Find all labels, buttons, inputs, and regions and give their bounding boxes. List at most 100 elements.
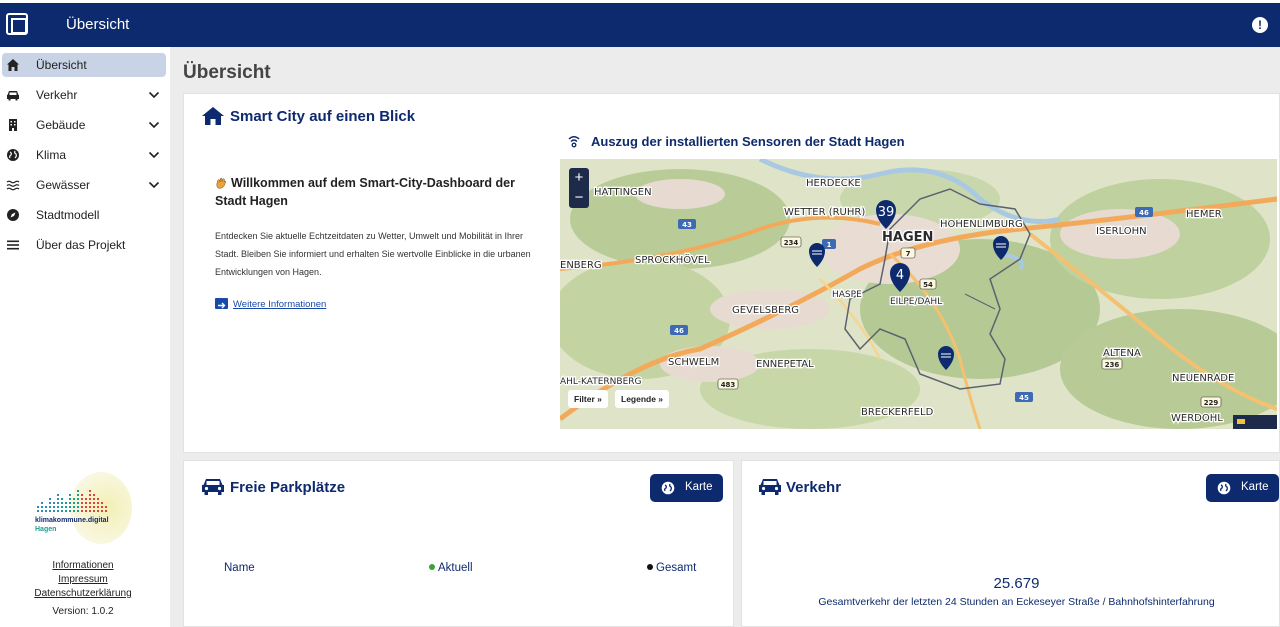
overview-title: Smart City auf einen Blick xyxy=(230,108,416,125)
arrow-right-icon xyxy=(215,298,228,309)
parking-card: Freie Parkplätze Karte Name Aktuell Gesa… xyxy=(183,460,734,627)
car-icon xyxy=(202,479,224,495)
column-current: Aktuell xyxy=(429,562,473,574)
svg-text:4: 4 xyxy=(896,268,904,283)
status-dot xyxy=(647,564,653,570)
welcome-title: Willkommen auf dem Smart-City-Dashboard … xyxy=(215,176,515,208)
sidebar-item-gebaeude[interactable]: Gebäude xyxy=(2,113,166,137)
map-filter-button[interactable]: Filter » xyxy=(568,390,608,408)
svg-text:54: 54 xyxy=(923,281,933,289)
svg-text:NEUENRADE: NEUENRADE xyxy=(1172,373,1234,384)
button-label: Karte xyxy=(1241,481,1269,493)
svg-text:ENNEPETAL: ENNEPETAL xyxy=(756,359,814,370)
link-datenschutz[interactable]: Datenschutzerklärung xyxy=(0,587,166,601)
svg-text:234: 234 xyxy=(784,239,799,247)
chevron-down-icon xyxy=(148,91,160,99)
svg-text:AHL-KATERNBERG: AHL-KATERNBERG xyxy=(560,377,642,387)
parking-title: Freie Parkplätze xyxy=(230,479,346,496)
traffic-title: Verkehr xyxy=(786,479,842,496)
map-legend-button[interactable]: Legende » xyxy=(615,390,670,408)
zoom-out-button[interactable]: − xyxy=(569,188,589,208)
home-icon xyxy=(7,59,19,71)
chevron-down-icon xyxy=(148,121,160,129)
svg-text:HASPE: HASPE xyxy=(832,290,862,300)
compass-icon xyxy=(7,209,19,221)
globe-icon xyxy=(7,149,19,161)
traffic-description: Gesamtverkehr der letzten 24 Stunden an … xyxy=(818,596,1215,608)
button-label: Karte xyxy=(685,481,713,493)
svg-text:ALTENA: ALTENA xyxy=(1103,348,1141,359)
sensor-map[interactable]: 43 234 1 7 54 46 483 46 236 229 45 HATTI… xyxy=(560,159,1277,429)
status-dot xyxy=(429,564,435,570)
alert-circle-icon[interactable]: ! xyxy=(1252,17,1268,33)
svg-text:GEVELSBERG: GEVELSBERG xyxy=(732,305,799,316)
globe-icon xyxy=(661,481,675,495)
column-name: Name xyxy=(224,562,255,574)
svg-text:SCHWELM: SCHWELM xyxy=(668,357,719,368)
sidebar-item-label: Stadtmodell xyxy=(36,208,100,222)
svg-text:HATTINGEN: HATTINGEN xyxy=(594,187,652,198)
svg-text:46: 46 xyxy=(1139,209,1149,217)
water-icon xyxy=(6,180,20,191)
svg-text:229: 229 xyxy=(1204,399,1219,407)
link-impressum[interactable]: Impressum xyxy=(0,573,166,587)
svg-text:HOHENLIMBURG: HOHENLIMBURG xyxy=(940,219,1023,230)
chevron-down-icon xyxy=(148,151,160,159)
sensor-icon xyxy=(568,136,580,148)
building-icon xyxy=(9,119,17,131)
sidebar-item-ueber-das-projekt[interactable]: Über das Projekt xyxy=(2,233,166,257)
svg-text:236: 236 xyxy=(1105,361,1120,369)
svg-text:SPROCKHÖVEL: SPROCKHÖVEL xyxy=(635,253,710,266)
app-logo-icon[interactable] xyxy=(6,13,28,35)
chevron-down-icon xyxy=(148,181,160,189)
svg-text:WETTER (RUHR): WETTER (RUHR) xyxy=(784,207,865,218)
svg-text:1: 1 xyxy=(827,241,832,249)
sidebar-item-label: Verkehr xyxy=(36,88,78,102)
footer-links: Informationen Impressum Datenschutzerklä… xyxy=(0,559,166,601)
sidebar-item-label: Gewässer xyxy=(36,178,91,192)
sidebar-item-verkehr[interactable]: Verkehr xyxy=(2,83,166,107)
klimakommune-logo: klimakommune.digital Hagen xyxy=(30,472,132,544)
sidebar-item-label: Übersicht xyxy=(36,58,87,72)
sidebar: Übersicht Verkehr Gebäude Klima Gewässer… xyxy=(0,47,170,627)
sidebar-item-stadtmodell[interactable]: Stadtmodell xyxy=(2,203,166,227)
menu-icon xyxy=(7,240,19,250)
top-bar-title: Übersicht xyxy=(66,16,130,33)
page-title: Übersicht xyxy=(183,62,271,83)
svg-text:45: 45 xyxy=(1019,394,1029,402)
overview-card: Smart City auf einen Blick Willkommen au… xyxy=(183,93,1280,453)
svg-text:ENBERG: ENBERG xyxy=(560,260,602,271)
zoom-in-button[interactable]: + xyxy=(569,168,589,188)
welcome-text: Entdecken Sie aktuelle Echtzeitdaten zu … xyxy=(215,231,531,277)
svg-text:BRECKERFELD: BRECKERFELD xyxy=(861,407,934,418)
svg-text:WERDOHL: WERDOHL xyxy=(1171,413,1223,424)
svg-text:HAGEN: HAGEN xyxy=(882,230,933,245)
sidebar-item-label: Klima xyxy=(36,148,67,162)
sidebar-item-gewaesser[interactable]: Gewässer xyxy=(2,173,166,197)
link-informationen[interactable]: Informationen xyxy=(0,559,166,573)
svg-text:HEMER: HEMER xyxy=(1186,209,1222,220)
home-icon xyxy=(202,107,224,125)
car-icon xyxy=(7,91,19,101)
sidebar-item-uebersicht[interactable]: Übersicht xyxy=(2,53,166,77)
svg-text:39: 39 xyxy=(878,205,895,220)
svg-text:43: 43 xyxy=(682,221,692,229)
logo-subtitle: Hagen xyxy=(35,526,57,533)
car-icon xyxy=(759,479,781,495)
globe-icon xyxy=(1217,481,1231,495)
svg-text:ISERLOHN: ISERLOHN xyxy=(1096,226,1147,237)
sidebar-item-klima[interactable]: Klima xyxy=(2,143,166,167)
version-label: Version: 1.0.2 xyxy=(52,606,114,617)
more-info-link[interactable]: Weitere Informationen xyxy=(233,299,326,310)
traffic-map-button[interactable]: Karte xyxy=(1206,474,1279,502)
svg-text:46: 46 xyxy=(674,327,684,335)
column-total: Gesamt xyxy=(647,562,696,574)
map-title: Auszug der installierten Sensoren der St… xyxy=(591,134,905,149)
svg-text:HERDECKE: HERDECKE xyxy=(806,178,861,189)
sidebar-item-label: Über das Projekt xyxy=(36,238,126,252)
traffic-value: 25.679 xyxy=(993,575,1040,592)
svg-text:EILPE/DAHL: EILPE/DAHL xyxy=(890,297,942,307)
traffic-card: Verkehr Karte 25.679 Gesamtverkehr der l… xyxy=(741,460,1280,627)
parking-map-button[interactable]: Karte xyxy=(650,474,723,502)
svg-text:483: 483 xyxy=(721,381,736,389)
